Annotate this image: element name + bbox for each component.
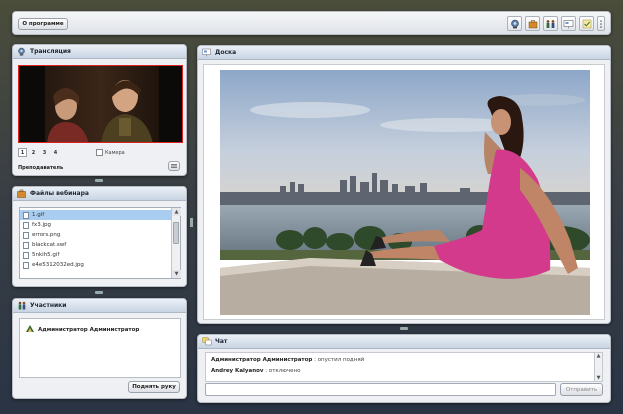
toolbar-icons: [507, 16, 605, 31]
participant-name: Администратор Администратор: [38, 326, 140, 333]
file-item[interactable]: blackcat.swf: [20, 240, 171, 250]
file-item[interactable]: e4e5312032ed.jpg: [20, 260, 171, 270]
file-name: 5nkih5.gif: [32, 252, 60, 258]
broadcast-panel: Трансляция 1 2 3 4 Камера Преподаватель: [12, 44, 187, 176]
file-icon: [23, 251, 29, 259]
camera-toggle[interactable]: Камера: [96, 149, 125, 156]
scroll-down-icon[interactable]: ▼: [172, 270, 181, 278]
briefcase-icon[interactable]: [525, 16, 540, 31]
file-item[interactable]: fx3.jpg: [20, 220, 171, 230]
users-icon[interactable]: [543, 16, 558, 31]
camera-tab-1[interactable]: 1: [18, 148, 27, 157]
files-title: Файлы вебинара: [30, 190, 89, 197]
chat-text: отключено: [268, 368, 301, 374]
chat-input[interactable]: [205, 383, 556, 396]
raise-hand-button[interactable]: Поднять руку: [128, 381, 180, 393]
camera-label: Камера: [105, 149, 125, 156]
presenter-icon: [26, 325, 34, 334]
webcam-icon: [17, 47, 26, 56]
chat-message: Администратор Администратор : опустил по…: [211, 357, 365, 363]
participants-panel: Участники Администратор Администратор По…: [12, 298, 187, 399]
send-button[interactable]: Отправить: [560, 383, 603, 396]
briefcase-icon: [17, 189, 26, 198]
about-button[interactable]: О программе: [18, 18, 68, 30]
scroll-down-icon[interactable]: ▼: [595, 375, 602, 381]
chat-author: Andrey Kalyanov: [211, 368, 264, 374]
camera-tab-4[interactable]: 4: [51, 148, 60, 157]
chat-panel: Чат Администратор Администратор : опусти…: [197, 334, 611, 403]
board-image: [220, 70, 590, 315]
files-header: Файлы вебинара: [13, 187, 186, 201]
webcam-icon[interactable]: [507, 16, 522, 31]
chat-text: опустил подняй: [317, 357, 365, 363]
chat-message: Andrey Kalyanov : отключено: [211, 368, 301, 374]
broadcast-title: Трансляция: [30, 48, 71, 55]
chat-author: Администратор Администратор: [211, 357, 313, 363]
file-name: 1.gif: [32, 212, 45, 218]
video-stream[interactable]: [18, 65, 183, 143]
splitter-handle[interactable]: [95, 291, 103, 294]
files-panel: Файлы вебинара 1.gif fx3.jpg errors.png …: [12, 186, 187, 287]
chat-bubble-icon: [202, 337, 212, 346]
camera-tab-3[interactable]: 3: [40, 148, 49, 157]
camera-tab-2[interactable]: 2: [29, 148, 38, 157]
file-name: fx3.jpg: [32, 222, 51, 228]
participant-item[interactable]: Администратор Администратор: [26, 325, 139, 334]
list-icon: [171, 164, 177, 168]
file-icon: [23, 241, 29, 249]
participants-header: Участники: [13, 299, 186, 313]
users-icon: [17, 301, 26, 310]
teacher-label: Преподаватель: [18, 165, 64, 171]
file-list-box: 1.gif fx3.jpg errors.png blackcat.swf 5n…: [19, 207, 181, 279]
presentation-icon[interactable]: [561, 16, 576, 31]
top-toolbar: О программе: [12, 11, 611, 35]
file-icon: [23, 211, 29, 219]
teacher-menu-button[interactable]: [168, 161, 180, 171]
file-name: e4e5312032ed.jpg: [32, 262, 84, 268]
file-icon: [23, 221, 29, 229]
chat-title: Чат: [215, 338, 228, 345]
chat-log: Администратор Администратор : опустил по…: [205, 352, 603, 382]
file-list-scrollbar[interactable]: ▲ ▼: [171, 208, 181, 278]
chat-scrollbar[interactable]: ▲ ▼: [594, 353, 602, 381]
presentation-icon: [202, 48, 211, 57]
splitter-handle[interactable]: [400, 327, 408, 330]
camera-tabs: 1 2 3 4: [18, 148, 60, 157]
scroll-thumb[interactable]: [173, 222, 179, 244]
file-item[interactable]: errors.png: [20, 230, 171, 240]
scroll-up-icon[interactable]: ▲: [172, 208, 181, 216]
chat-header: Чат: [198, 335, 610, 349]
scroll-up-icon[interactable]: ▲: [595, 353, 602, 359]
whiteboard-canvas[interactable]: [203, 64, 605, 320]
file-name: errors.png: [32, 232, 61, 238]
participants-title: Участники: [30, 302, 67, 309]
participant-list: Администратор Администратор: [19, 318, 181, 378]
file-list: 1.gif fx3.jpg errors.png blackcat.swf 5n…: [20, 208, 171, 278]
file-item[interactable]: 1.gif: [20, 210, 171, 220]
settings-check-icon[interactable]: [579, 16, 594, 31]
camera-checkbox[interactable]: [96, 149, 103, 156]
broadcast-header: Трансляция: [13, 45, 186, 59]
vertical-splitter-handle[interactable]: [190, 218, 193, 227]
board-header: Доска: [198, 46, 610, 60]
board-title: Доска: [215, 49, 237, 56]
more-icon[interactable]: [597, 16, 605, 31]
splitter-handle[interactable]: [95, 179, 103, 182]
file-item[interactable]: 5nkih5.gif: [20, 250, 171, 260]
file-icon: [23, 231, 29, 239]
file-name: blackcat.swf: [32, 242, 67, 248]
board-panel: Доска: [197, 45, 611, 324]
file-icon: [23, 261, 29, 269]
